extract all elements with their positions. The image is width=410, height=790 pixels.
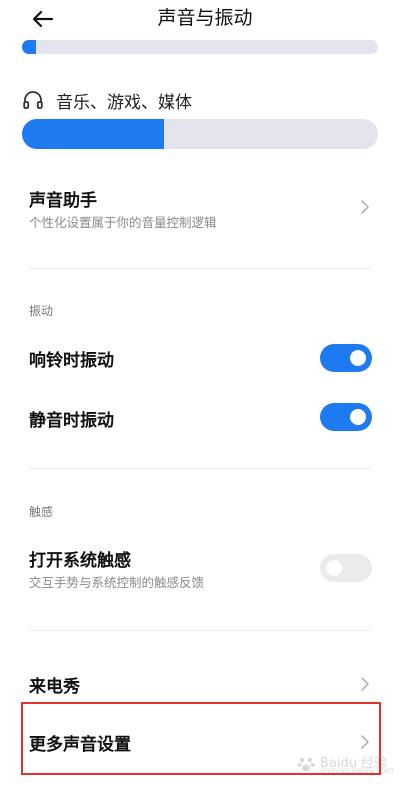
divider: [29, 630, 371, 631]
media-volume-label: 音乐、游戏、媒体: [56, 92, 192, 113]
silent-vibrate-row: 静音时振动: [0, 400, 410, 436]
toggle-knob: [326, 560, 342, 576]
toggle-knob: [350, 350, 366, 366]
slider-fill: [22, 119, 165, 149]
chevron-right-icon: [361, 735, 369, 749]
haptics-section-label: 触感: [29, 505, 54, 519]
toggle-knob: [350, 409, 366, 425]
page-title: 声音与振动: [157, 7, 253, 29]
top-bar: 声音与振动: [0, 0, 410, 40]
haptics-title: 打开系统触感: [29, 551, 131, 571]
caller-show-title: 来电秀: [29, 677, 80, 697]
media-volume-slider[interactable]: [22, 119, 378, 149]
divider: [29, 268, 371, 269]
sound-vibration-page: 声音与振动 音乐、游戏、媒体 声音助手 个性化设置属于你的音量控制逻辑 振动 响…: [0, 0, 410, 790]
silent-vibrate-toggle[interactable]: [320, 403, 372, 431]
chevron-right-icon: [361, 677, 369, 691]
sound-assistant-title: 声音助手: [29, 191, 97, 211]
caller-show-row[interactable]: 来电秀: [0, 666, 410, 702]
vibration-section-label: 振动: [29, 304, 54, 318]
divider: [29, 468, 371, 469]
haptics-row: 打开系统触感 交互手势与系统控制的触感反馈: [0, 540, 410, 596]
more-sound-settings-row[interactable]: 更多声音设置: [0, 724, 410, 760]
haptics-toggle[interactable]: [320, 554, 372, 582]
headphones-icon: [23, 91, 43, 109]
ringtone-volume-slider[interactable]: [22, 40, 378, 54]
chevron-right-icon: [361, 200, 369, 214]
watermark-subtext: jingyan.baidu.com: [320, 766, 394, 775]
sound-assistant-row[interactable]: 声音助手 个性化设置属于你的音量控制逻辑: [0, 180, 410, 240]
media-volume-label-row: 音乐、游戏、媒体: [22, 86, 192, 114]
sound-assistant-subtitle: 个性化设置属于你的音量控制逻辑: [29, 215, 217, 230]
slider-fill: [22, 40, 37, 54]
haptics-subtitle: 交互手势与系统控制的触感反馈: [29, 575, 205, 590]
ring-vibrate-label: 响铃时振动: [29, 351, 114, 371]
ring-vibrate-row: 响铃时振动: [0, 340, 410, 376]
silent-vibrate-label: 静音时振动: [29, 411, 114, 431]
ring-vibrate-toggle[interactable]: [320, 344, 372, 372]
more-sound-settings-title: 更多声音设置: [29, 735, 131, 755]
